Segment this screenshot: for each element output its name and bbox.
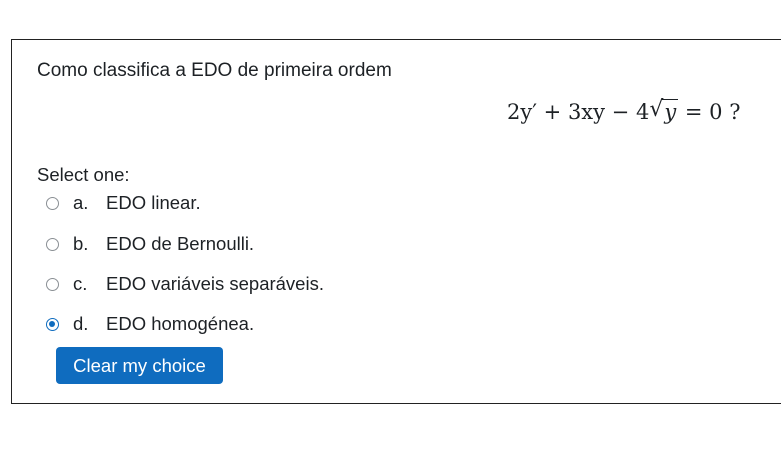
formula-rhs: = 0 ? (684, 100, 741, 124)
option-letter: d. (73, 313, 89, 334)
question-text: Como classifica a EDO de primeira ordem (37, 60, 392, 81)
clear-choice-button[interactable]: Clear my choice (56, 347, 223, 384)
option-d[interactable]: d. EDO homogénea. (46, 311, 254, 337)
formula-radicand: y (664, 100, 677, 124)
option-label: EDO linear. (106, 192, 201, 213)
option-c[interactable]: c. EDO variáveis separáveis. (46, 271, 324, 297)
option-letter: a. (73, 192, 89, 213)
radio-c[interactable] (46, 277, 59, 291)
option-letter: b. (73, 233, 89, 254)
question-box: Como classifica a EDO de primeira ordem … (11, 39, 781, 404)
option-label: EDO de Bernoulli. (106, 233, 255, 254)
select-prompt: Select one: (37, 164, 130, 185)
sqrt-term: √ y (649, 97, 679, 124)
radical-sign-icon: √ (649, 97, 664, 122)
question-formula: 2y′ + 3xy − 4 √ y = 0 ? (507, 97, 741, 124)
option-label: EDO homogénea. (106, 313, 255, 334)
option-b[interactable]: b. EDO de Bernoulli. (46, 231, 254, 257)
option-letter: c. (73, 273, 88, 294)
radio-a[interactable] (46, 196, 59, 210)
formula-lhs: 2y′ + 3xy − 4 (507, 100, 650, 124)
radio-b[interactable] (46, 237, 59, 251)
option-label: EDO variáveis separáveis. (106, 273, 324, 294)
option-a[interactable]: a. EDO linear. (46, 190, 201, 216)
radio-d[interactable] (46, 317, 59, 331)
